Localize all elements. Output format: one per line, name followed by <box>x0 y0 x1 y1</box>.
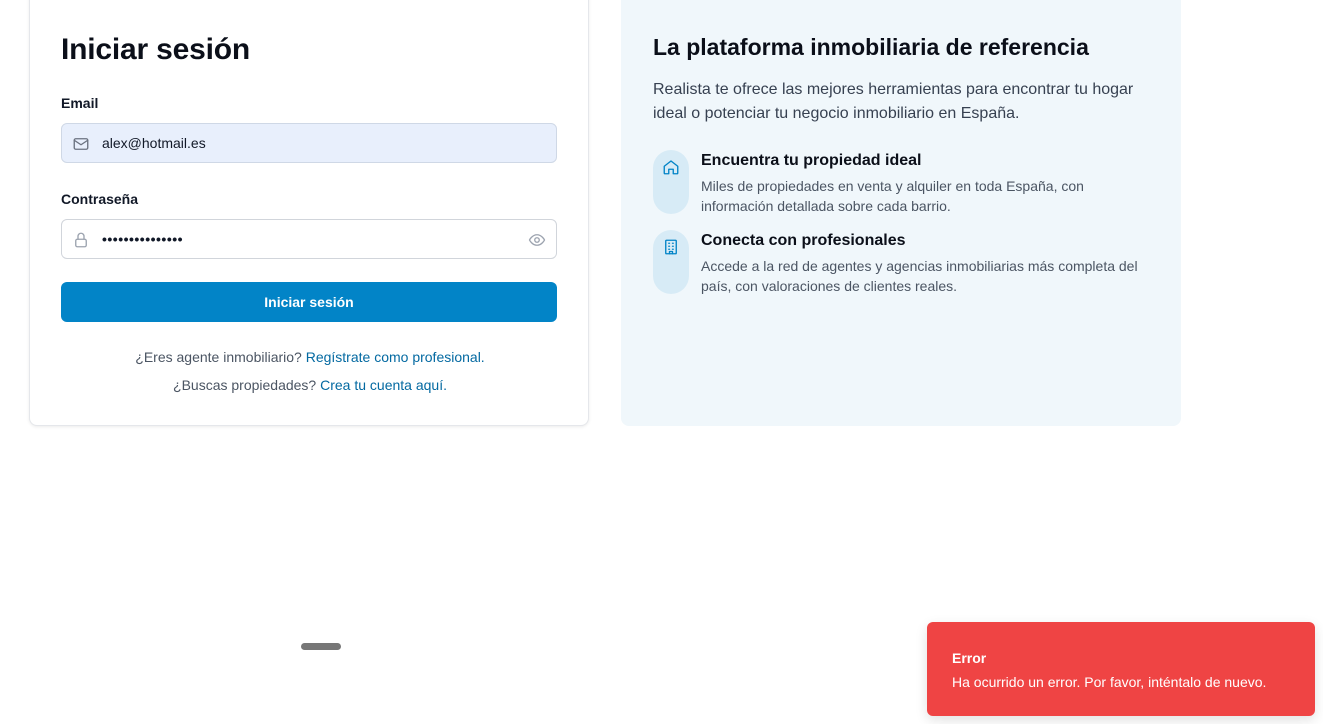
password-value[interactable]: ••••••••••••••• <box>102 220 183 258</box>
feature-description: Miles de propiedades en venta y alquiler… <box>701 178 1084 214</box>
feature-icon-badge <box>653 230 689 294</box>
building-icon <box>665 239 677 255</box>
email-field[interactable]: alex@hotmail.es <box>61 123 557 163</box>
toast-title: Error <box>952 650 987 666</box>
scroll-handle[interactable] <box>301 643 341 650</box>
home-icon <box>663 160 679 175</box>
page: Iniciar sesión Email alex@hotmail.es Con… <box>0 0 1323 724</box>
mail-icon <box>72 135 90 153</box>
email-value[interactable]: alex@hotmail.es <box>102 124 206 162</box>
info-description: Realista te ofrece las mejores herramien… <box>653 81 1134 122</box>
page-title: Iniciar sesión <box>61 33 250 66</box>
password-field[interactable]: ••••••••••••••• <box>61 219 557 259</box>
login-card: Iniciar sesión Email alex@hotmail.es Con… <box>29 0 589 426</box>
login-button[interactable]: Iniciar sesión <box>61 282 557 322</box>
create-account-link[interactable]: Crea tu cuenta aquí. <box>320 377 447 393</box>
lock-icon <box>72 231 90 249</box>
feature-icon-badge <box>653 150 689 214</box>
info-panel: La plataforma inmobiliaria de referencia… <box>621 0 1181 426</box>
buyer-helper: ¿Buscas propiedades? Crea tu cuenta aquí… <box>30 377 590 393</box>
feature-title: Conecta con profesionales <box>701 232 906 249</box>
eye-icon[interactable] <box>528 231 546 249</box>
agent-prompt: ¿Eres agente inmobiliario? <box>135 349 302 365</box>
email-label: Email <box>61 95 99 111</box>
feature-title: Encuentra tu propiedad ideal <box>701 152 922 169</box>
password-label: Contraseña <box>61 191 139 207</box>
agent-helper: ¿Eres agente inmobiliario? Regístrate co… <box>30 349 590 365</box>
feature-description: Accede a la red de agentes y agencias in… <box>701 258 1138 294</box>
error-toast[interactable]: Error Ha ocurrido un error. Por favor, i… <box>927 622 1315 716</box>
buyer-prompt: ¿Buscas propiedades? <box>173 377 317 393</box>
info-title: La plataforma inmobiliaria de referencia <box>653 34 1089 60</box>
toast-message: Ha ocurrido un error. Por favor, inténta… <box>952 674 1267 690</box>
register-professional-link[interactable]: Regístrate como profesional. <box>306 349 485 365</box>
